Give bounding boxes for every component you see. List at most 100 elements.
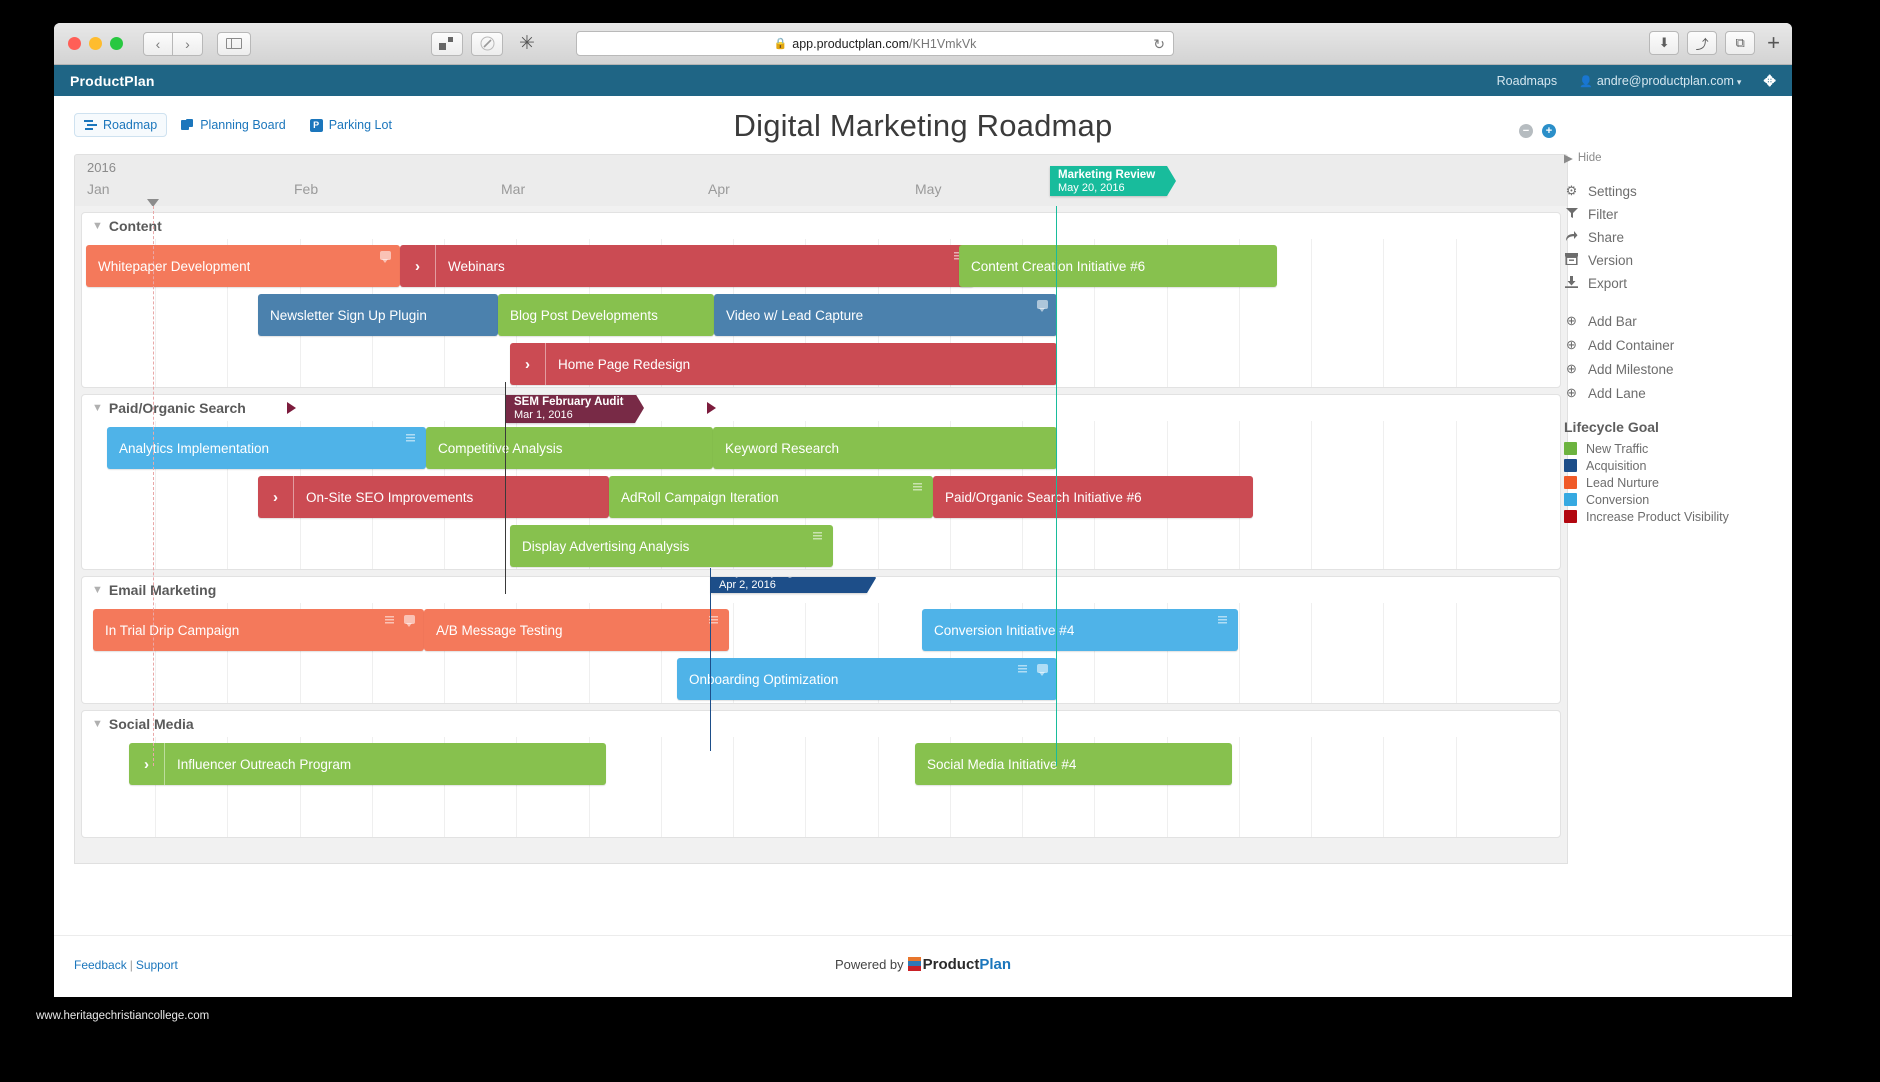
drag-grip-icon[interactable] bbox=[385, 616, 394, 625]
address-bar[interactable]: 🔒 app.productplan.com /KH1VmkVk ↻ bbox=[576, 31, 1174, 56]
month-label-jan: Jan bbox=[87, 181, 110, 197]
nav-roadmaps[interactable]: Roadmaps bbox=[1497, 74, 1557, 88]
bar-blog-post-developments[interactable]: Blog Post Developments bbox=[498, 294, 714, 336]
container-expand-icon[interactable]: › bbox=[400, 245, 436, 287]
bar-conversion-initiative-4[interactable]: Conversion Initiative #4 bbox=[922, 609, 1238, 651]
chevron-down-icon[interactable]: ▼ bbox=[92, 718, 103, 730]
share-icon[interactable]: ⤴ bbox=[1687, 31, 1718, 55]
productplan-logo[interactable]: ProductPlan bbox=[907, 956, 1011, 973]
bar-social-media-initiative-4[interactable]: Social Media Initiative #4 bbox=[915, 743, 1232, 785]
maximize-window-button[interactable] bbox=[110, 37, 123, 50]
drag-grip-icon[interactable] bbox=[1018, 665, 1027, 674]
bar-onboarding-optimization[interactable]: Onboarding Optimization bbox=[677, 658, 1057, 700]
account-menu[interactable]: 👤 andre@productplan.com ▾ bbox=[1579, 74, 1741, 88]
bar-video-w-lead-capture[interactable]: Video w/ Lead Capture bbox=[714, 294, 1057, 336]
reload-icon[interactable]: ↻ bbox=[1153, 36, 1165, 53]
sidebar-item-label: Settings bbox=[1588, 183, 1637, 199]
window-controls[interactable] bbox=[68, 37, 123, 50]
bar-label: Conversion Initiative #4 bbox=[934, 622, 1075, 638]
bar-on-site-seo-improvements[interactable]: › On-Site SEO Improvements bbox=[258, 476, 609, 518]
drag-grip-icon[interactable] bbox=[1218, 616, 1227, 625]
brand-logo[interactable]: ProductPlan bbox=[70, 73, 155, 89]
tab-overview-icon[interactable] bbox=[431, 31, 463, 56]
sidebar-item-settings[interactable]: ⚙ Settings bbox=[1564, 179, 1774, 203]
new-tab-button[interactable]: + bbox=[1767, 32, 1780, 54]
right-sidebar: ▶ Hide ⚙ Settings Filter Share Version E… bbox=[1564, 151, 1774, 525]
bar-ab-message-testing[interactable]: A/B Message Testing bbox=[424, 609, 729, 651]
screen: ‹ › ✳ 🔒 app.productplan.com /KH1VmkVk ↻ … bbox=[0, 0, 1880, 1082]
legend-swatch bbox=[1564, 442, 1577, 455]
browser-window: ‹ › ✳ 🔒 app.productplan.com /KH1VmkVk ↻ … bbox=[54, 23, 1792, 997]
bar-keyword-research[interactable]: Keyword Research bbox=[713, 427, 1057, 469]
hide-sidebar-button[interactable]: ▶ Hide bbox=[1564, 151, 1774, 165]
sidebar-item-add-milestone[interactable]: ⊕ Add Milestone bbox=[1564, 357, 1774, 381]
sidebar-item-add-container[interactable]: ⊕ Add Container bbox=[1564, 333, 1774, 357]
comment-icon bbox=[1037, 664, 1048, 676]
hide-label: Hide bbox=[1577, 152, 1602, 164]
sidebar-item-version[interactable]: Version bbox=[1564, 249, 1774, 272]
close-window-button[interactable] bbox=[68, 37, 81, 50]
fullscreen-icon[interactable]: ✥ bbox=[1763, 72, 1776, 90]
lane-header-paid-organic-search[interactable]: ▼ Paid/Organic Search bbox=[82, 395, 1560, 421]
milestone-sem-february-audit[interactable]: SEM February Audit Mar 1, 2016 bbox=[506, 395, 646, 423]
extension-icon[interactable]: ✳ bbox=[511, 32, 543, 56]
legend-item-new-traffic[interactable]: New Traffic bbox=[1564, 440, 1774, 457]
legend-item-increase-product-visibility[interactable]: Increase Product Visibility bbox=[1564, 508, 1774, 525]
legend-label: Conversion bbox=[1586, 492, 1650, 507]
toolbar-right-group[interactable]: ⬇ ⤴ ⧉ + bbox=[1649, 31, 1780, 55]
forward-button[interactable]: › bbox=[173, 31, 203, 56]
reader-icon[interactable] bbox=[471, 31, 503, 56]
bar-in-trial-drip-campaign[interactable]: In Trial Drip Campaign bbox=[93, 609, 424, 651]
legend-item-lead-nurture[interactable]: Lead Nurture bbox=[1564, 474, 1774, 491]
lane-marker-icon[interactable] bbox=[707, 402, 716, 414]
bar-label: Competitive Analysis bbox=[438, 440, 563, 456]
drag-grip-icon[interactable] bbox=[406, 434, 415, 443]
lane-email-marketing: ▼ Email Marketing In Trial Drip Campaign… bbox=[81, 576, 1561, 704]
lane-header-social-media[interactable]: ▼ Social Media bbox=[82, 711, 1560, 737]
zoom-controls[interactable]: − + bbox=[1519, 124, 1556, 138]
bar-competitive-analysis[interactable]: Competitive Analysis bbox=[426, 427, 713, 469]
bar-analytics-implementation[interactable]: Analytics Implementation bbox=[107, 427, 426, 469]
bar-newsletter-sign-up-plugin[interactable]: Newsletter Sign Up Plugin bbox=[258, 294, 498, 336]
legend-item-conversion[interactable]: Conversion bbox=[1564, 491, 1774, 508]
legend-item-acquisition[interactable]: Acquisition bbox=[1564, 457, 1774, 474]
back-button[interactable]: ‹ bbox=[143, 31, 173, 56]
sidebar-item-filter[interactable]: Filter bbox=[1564, 203, 1774, 226]
lane-header-content[interactable]: ▼ Content bbox=[82, 213, 1560, 239]
chevron-down-icon[interactable]: ▼ bbox=[92, 584, 103, 596]
show-tabs-icon[interactable]: ⧉ bbox=[1725, 31, 1756, 55]
sidebar-item-export[interactable]: Export bbox=[1564, 272, 1774, 295]
sidebar-item-add-lane[interactable]: ⊕ Add Lane bbox=[1564, 381, 1774, 405]
downloads-icon[interactable]: ⬇ bbox=[1649, 31, 1680, 55]
legend-swatch bbox=[1564, 493, 1577, 506]
nav-buttons[interactable]: ‹ › bbox=[143, 31, 203, 56]
container-expand-icon[interactable]: › bbox=[129, 743, 165, 785]
bar-adroll-campaign-iteration[interactable]: AdRoll Campaign Iteration bbox=[609, 476, 933, 518]
bar-display-advertising-analysis[interactable]: Display Advertising Analysis bbox=[510, 525, 833, 567]
drag-grip-icon[interactable] bbox=[813, 532, 822, 541]
bar-paid-organic-search-initiative-6[interactable]: Paid/Organic Search Initiative #6 bbox=[933, 476, 1253, 518]
chevron-down-icon[interactable]: ▼ bbox=[92, 220, 103, 232]
bar-content-creation-initiative-6[interactable]: Content Creation Initiative #6 bbox=[959, 245, 1277, 287]
zoom-in-button[interactable]: + bbox=[1542, 124, 1556, 138]
bar-home-page-redesign[interactable]: › Home Page Redesign bbox=[510, 343, 1057, 385]
chevron-down-icon[interactable]: ▼ bbox=[92, 402, 103, 414]
container-expand-icon[interactable]: › bbox=[510, 343, 546, 385]
bar-webinars[interactable]: › Webinars bbox=[400, 245, 974, 287]
drag-grip-icon[interactable] bbox=[913, 483, 922, 492]
bar-influencer-outreach-program[interactable]: › Influencer Outreach Program bbox=[129, 743, 606, 785]
milestone-marketing-review[interactable]: Marketing Review May 20, 2016 bbox=[1050, 166, 1177, 196]
watermark: www.heritagechristiancollege.com bbox=[36, 1010, 210, 1022]
bar-whitepaper-development[interactable]: Whitepaper Development bbox=[86, 245, 400, 287]
zoom-out-button[interactable]: − bbox=[1519, 124, 1533, 138]
container-expand-icon[interactable]: › bbox=[258, 476, 294, 518]
sidebar-item-share[interactable]: Share bbox=[1564, 226, 1774, 249]
toolbar-icon-group[interactable]: ✳ bbox=[431, 31, 543, 56]
lane-marker-icon[interactable] bbox=[287, 402, 296, 414]
minimize-window-button[interactable] bbox=[89, 37, 102, 50]
sidebar-toggle-button[interactable] bbox=[217, 31, 251, 56]
comment-icon bbox=[1037, 300, 1048, 312]
milestone-drip-campaign-overview[interactable]: Drip Campaign Overview Apr 2, 2016 bbox=[711, 577, 877, 593]
chevron-right-icon: ▶ bbox=[1564, 153, 1573, 165]
sidebar-item-add-bar[interactable]: ⊕ Add Bar bbox=[1564, 309, 1774, 333]
